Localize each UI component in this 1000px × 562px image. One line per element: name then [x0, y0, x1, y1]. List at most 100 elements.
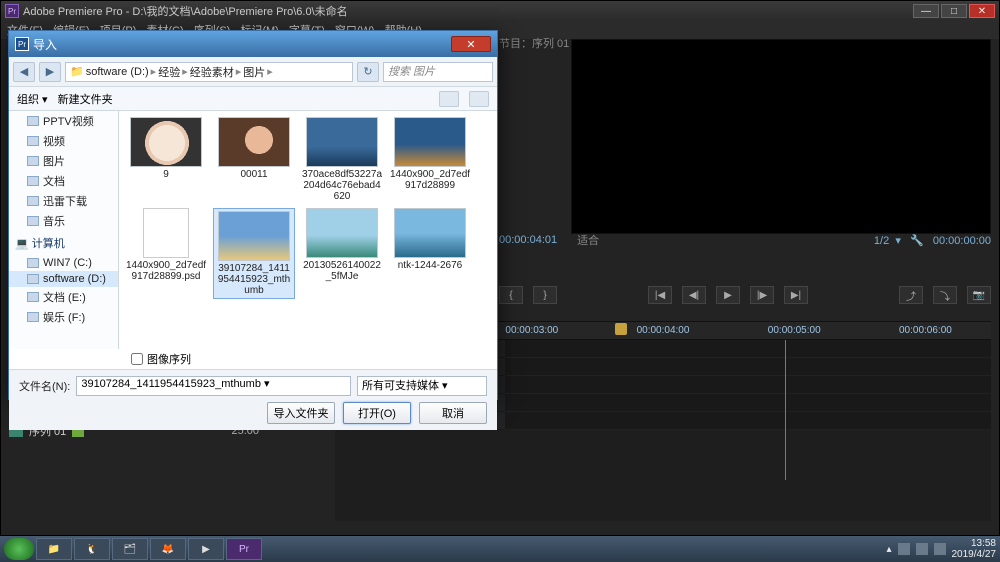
dialog-title-text: 导入	[33, 36, 57, 53]
file-filter-dropdown[interactable]: 所有可支持媒体 ▾	[357, 376, 487, 396]
fit-label[interactable]: 适合	[577, 232, 599, 248]
nav-forward-button[interactable]: ▶	[39, 62, 61, 82]
maximize-button[interactable]: □	[941, 4, 967, 18]
file-item[interactable]: 00011	[213, 117, 295, 202]
import-folder-button[interactable]: 导入文件夹	[267, 402, 335, 424]
breadcrumb-segment[interactable]: 图片	[243, 64, 265, 80]
mark-out-button[interactable]: }	[533, 286, 557, 304]
open-button[interactable]: 打开(O)	[343, 402, 411, 424]
nav-back-button[interactable]: ◀	[13, 62, 35, 82]
taskbar-explorer-icon[interactable]: 📁	[36, 538, 72, 560]
minimize-button[interactable]: —	[913, 4, 939, 18]
close-button[interactable]: ✕	[969, 4, 995, 18]
drive-icon	[27, 258, 39, 268]
filename-input[interactable]: 39107284_1411954415923_mthumb ▾	[76, 376, 351, 396]
track-content[interactable]	[505, 340, 991, 430]
step-forward-button[interactable]: |▶	[750, 286, 774, 304]
taskbar-qq-icon[interactable]: 🐧	[74, 538, 110, 560]
help-button[interactable]	[469, 91, 489, 107]
image-sequence-row: 图像序列	[9, 349, 497, 369]
zoom-ratio[interactable]: 1/2	[874, 235, 889, 247]
playhead[interactable]	[785, 340, 786, 480]
duration-timecode: 00:00:00:00	[933, 235, 991, 247]
dialog-sidebar: PPTV视频视频图片文档迅雷下载音乐💻 计算机WIN7 (C:)software…	[9, 111, 119, 349]
sidebar-section-computer[interactable]: 💻 计算机	[9, 231, 118, 255]
play-button[interactable]: ▶	[716, 286, 740, 304]
taskbar-player-icon[interactable]: ▶	[188, 538, 224, 560]
sidebar-library-item[interactable]: 视频	[9, 131, 118, 151]
dialog-titlebar[interactable]: Pr 导入 ✕	[9, 31, 497, 57]
tray-volume-icon[interactable]	[934, 543, 946, 555]
program-footer: 00:00:04:01 适合 1/2 ▾ 🔧 00:00:00:00	[499, 231, 991, 249]
import-dialog: Pr 导入 ✕ ◀ ▶ 📁software (D:) ▸ 经验 ▸ 经验素材 ▸…	[8, 30, 498, 400]
lift-button[interactable]: ⤴	[899, 286, 923, 304]
breadcrumb-segment[interactable]: 经验	[158, 64, 180, 80]
tray-network-icon[interactable]	[916, 543, 928, 555]
taskbar-firefox-icon[interactable]: 🦊	[150, 538, 186, 560]
refresh-button[interactable]: ↻	[357, 62, 379, 82]
folder-icon: 📁	[70, 65, 84, 78]
ruler-timecode: 00:00:05:00	[729, 325, 860, 336]
file-name: 370ace8df53227a204d64c76ebad4620	[301, 169, 383, 202]
premiere-titlebar[interactable]: Pr Adobe Premiere Pro - D:\我的文档\Adobe\Pr…	[1, 1, 999, 21]
file-item[interactable]: 1440x900_2d7edf917d28899.psd	[125, 208, 207, 299]
file-thumbnail	[306, 208, 378, 258]
sidebar-library-item[interactable]: 图片	[9, 151, 118, 171]
go-to-in-button[interactable]: |◀	[648, 286, 672, 304]
start-button[interactable]	[4, 538, 34, 560]
search-input[interactable]: 搜索 图片	[383, 62, 493, 82]
folder-icon	[27, 156, 39, 166]
system-tray[interactable]: ▴ 13:58 2019/4/27	[886, 538, 996, 560]
windows-taskbar[interactable]: 📁 🐧 🗂 🦊 ▶ Pr ▴ 13:58 2019/4/27	[0, 536, 1000, 562]
go-to-out-button[interactable]: ▶|	[784, 286, 808, 304]
tray-expand-icon[interactable]: ▴	[886, 544, 891, 555]
file-name: 39107284_1411954415923_mthumb	[216, 263, 292, 296]
sidebar-drive-item[interactable]: 娱乐 (F:)	[9, 307, 118, 327]
breadcrumb-segment[interactable]: 经验素材	[190, 64, 234, 80]
sidebar-library-item[interactable]: 音乐	[9, 211, 118, 231]
chevron-right-icon: ▸	[182, 65, 188, 78]
program-tab[interactable]: 节目：序列 01	[499, 35, 569, 51]
file-item[interactable]: 39107284_1411954415923_mthumb	[213, 208, 295, 299]
file-item[interactable]: 1440x900_2d7edf917d28899	[389, 117, 471, 202]
timeline-marker[interactable]	[615, 323, 627, 335]
program-monitor[interactable]	[571, 39, 991, 234]
extract-button[interactable]: ⤵	[933, 286, 957, 304]
sidebar-library-item[interactable]: 迅雷下载	[9, 191, 118, 211]
export-frame-button[interactable]: 📷	[967, 286, 991, 304]
tray-flag-icon[interactable]	[898, 543, 910, 555]
sidebar-drive-item[interactable]: software (D:)	[9, 271, 118, 287]
step-back-button[interactable]: ◀|	[682, 286, 706, 304]
sidebar-library-item[interactable]: 文档	[9, 171, 118, 191]
mark-in-button[interactable]: {	[499, 286, 523, 304]
ruler-timecode: 00:00:06:00	[860, 325, 991, 336]
new-folder-button[interactable]: 新建文件夹	[58, 91, 113, 107]
drive-icon	[27, 292, 39, 302]
dialog-close-button[interactable]: ✕	[451, 36, 491, 52]
image-sequence-checkbox[interactable]	[131, 353, 143, 365]
sidebar-drive-item[interactable]: 文档 (E:)	[9, 287, 118, 307]
taskbar-folder-icon[interactable]: 🗂	[112, 538, 148, 560]
sidebar-drive-item[interactable]: WIN7 (C:)	[9, 255, 118, 271]
taskbar-premiere-icon[interactable]: Pr	[226, 538, 262, 560]
taskbar-clock[interactable]: 13:58 2019/4/27	[952, 538, 997, 560]
cancel-button[interactable]: 取消	[419, 402, 487, 424]
file-item[interactable]: 20130526140022_5fMJe	[301, 208, 383, 299]
sidebar-library-item[interactable]: PPTV视频	[9, 111, 118, 131]
folder-icon	[27, 216, 39, 226]
breadcrumb-segment[interactable]: software (D:)	[86, 66, 149, 78]
file-name: 1440x900_2d7edf917d28899.psd	[125, 260, 207, 282]
breadcrumb[interactable]: 📁software (D:) ▸ 经验 ▸ 经验素材 ▸ 图片 ▸	[65, 62, 353, 82]
dialog-footer: 文件名(N): 39107284_1411954415923_mthumb ▾ …	[9, 369, 497, 430]
organize-menu[interactable]: 组织 ▾	[17, 91, 48, 107]
file-item[interactable]: 9	[125, 117, 207, 202]
file-name: 00011	[213, 169, 295, 180]
file-name: 1440x900_2d7edf917d28899	[389, 169, 471, 191]
file-item[interactable]: 370ace8df53227a204d64c76ebad4620	[301, 117, 383, 202]
file-grid[interactable]: 9 00011 370ace8df53227a204d64c76ebad4620…	[119, 111, 497, 349]
dialog-toolbar: 组织 ▾ 新建文件夹	[9, 87, 497, 111]
chevron-right-icon: ▸	[151, 65, 157, 78]
view-options-button[interactable]	[439, 91, 459, 107]
file-name: 9	[125, 169, 207, 180]
file-item[interactable]: ntk-1244-2676	[389, 208, 471, 299]
